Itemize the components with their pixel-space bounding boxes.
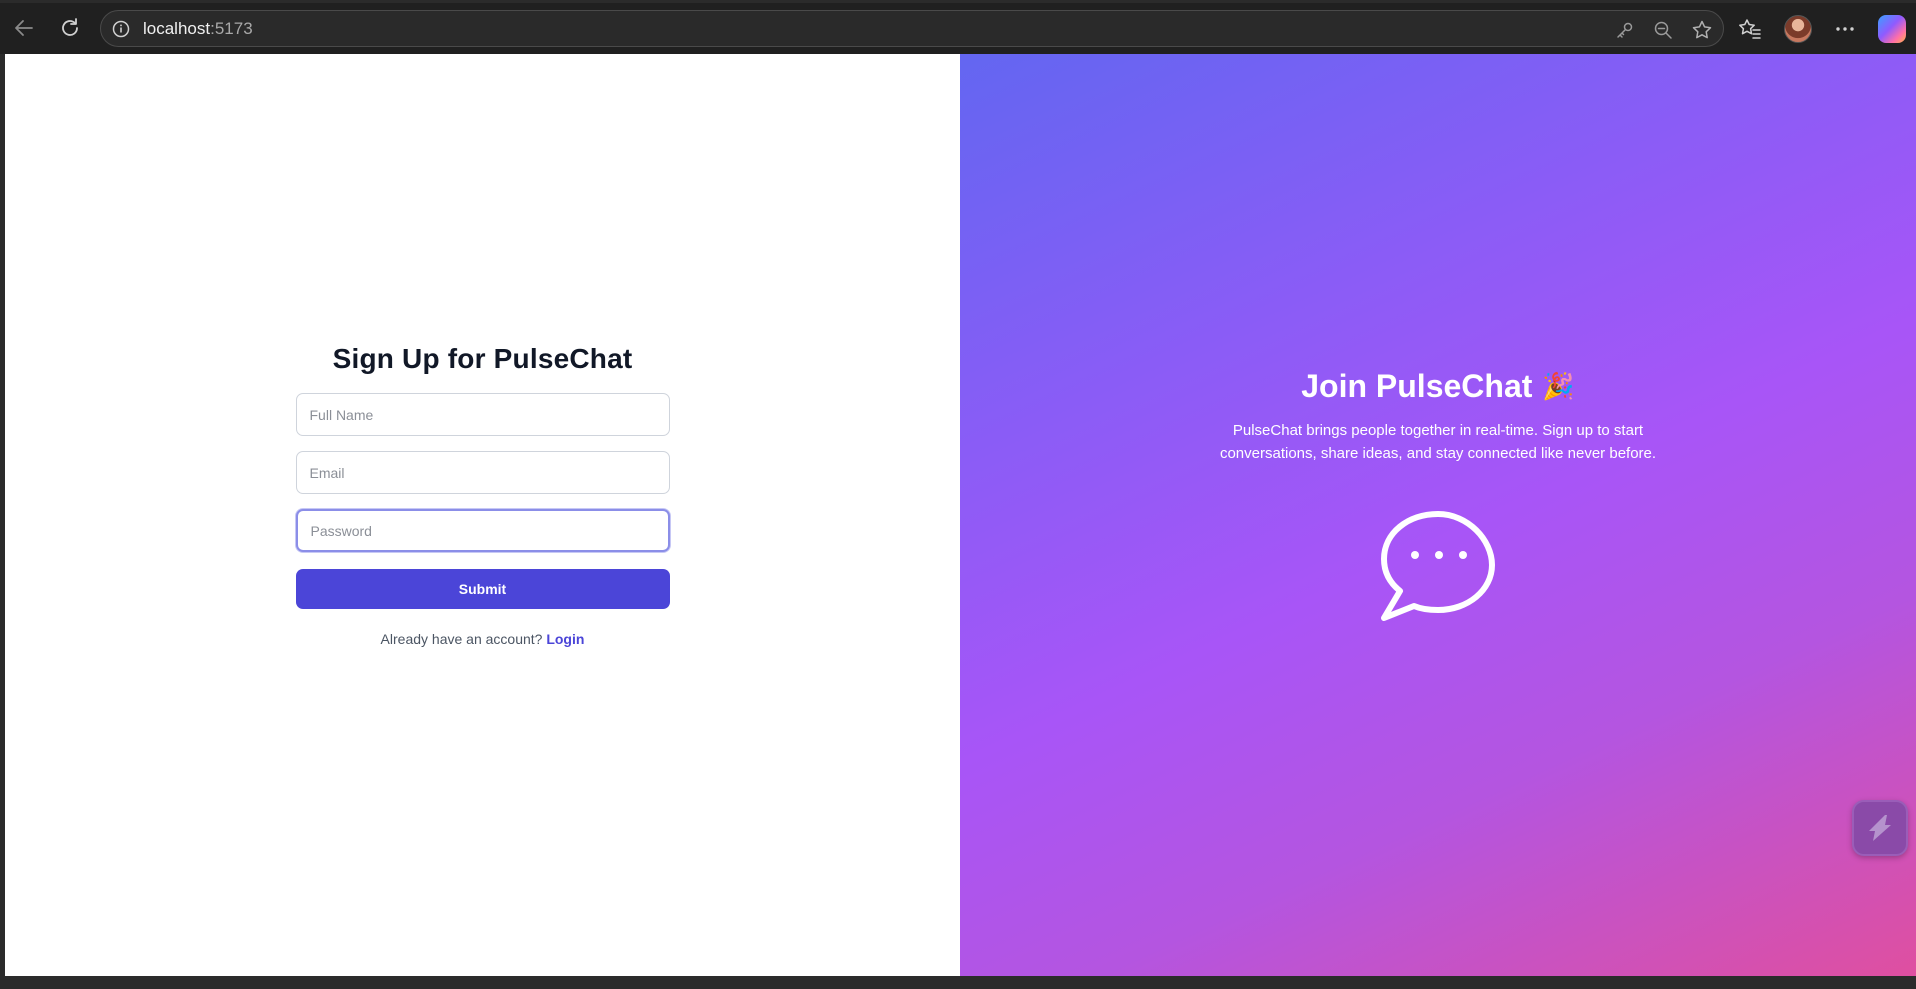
window-bottom-edge [0, 976, 1916, 989]
favorites-icon[interactable] [1738, 17, 1762, 41]
promo-description: PulseChat brings people together in real… [1219, 422, 1657, 462]
favorite-star-icon[interactable] [1691, 19, 1713, 41]
page-viewport: Sign Up for PulseChat Submit Already hav… [5, 54, 1916, 976]
email-field[interactable] [295, 451, 670, 494]
chat-bubble-icon [1381, 511, 1495, 621]
url-port: :5173 [210, 18, 253, 38]
back-icon [15, 20, 33, 36]
more-icon[interactable] [1834, 18, 1856, 40]
site-info-button[interactable] [111, 19, 131, 39]
zoom-out-icon[interactable] [1653, 20, 1673, 40]
browser-actions [1738, 10, 1906, 47]
login-link[interactable]: Login [546, 631, 584, 647]
browser-toolbar: localhost:5173 [0, 0, 1916, 54]
site-info-icon [112, 20, 130, 37]
copilot-icon[interactable] [1878, 14, 1906, 43]
signup-form: Sign Up for PulseChat Submit Already hav… [295, 343, 670, 647]
url-host: localhost [143, 18, 211, 38]
promo-panel: Join PulseChat 🎉 PulseChat brings people… [960, 54, 1916, 976]
address-bar[interactable]: localhost:5173 [100, 10, 1724, 47]
reload-icon [62, 18, 78, 36]
party-popper-icon: 🎉 [1542, 371, 1575, 401]
promo-title: Join PulseChat 🎉 [1301, 368, 1575, 405]
submit-button[interactable]: Submit [295, 569, 670, 609]
have-account-text: Already have an account? [380, 631, 543, 647]
login-prompt: Already have an account? Login [381, 631, 585, 647]
reload-button[interactable] [54, 12, 86, 44]
promo-title-text: Join PulseChat [1301, 368, 1533, 404]
tab-strip [0, 0, 1916, 3]
signup-panel: Sign Up for PulseChat Submit Already hav… [5, 54, 960, 976]
extension-logo-icon [1869, 815, 1891, 841]
floating-extension-button[interactable] [1852, 800, 1908, 856]
signup-title: Sign Up for PulseChat [332, 343, 633, 374]
back-button[interactable] [8, 12, 40, 44]
url-text: localhost:5173 [143, 19, 253, 39]
key-icon[interactable] [1615, 20, 1635, 40]
avatar[interactable] [1784, 14, 1812, 43]
address-bar-actions [1615, 11, 1713, 48]
password-field[interactable] [295, 509, 670, 552]
full-name-field[interactable] [295, 393, 670, 436]
